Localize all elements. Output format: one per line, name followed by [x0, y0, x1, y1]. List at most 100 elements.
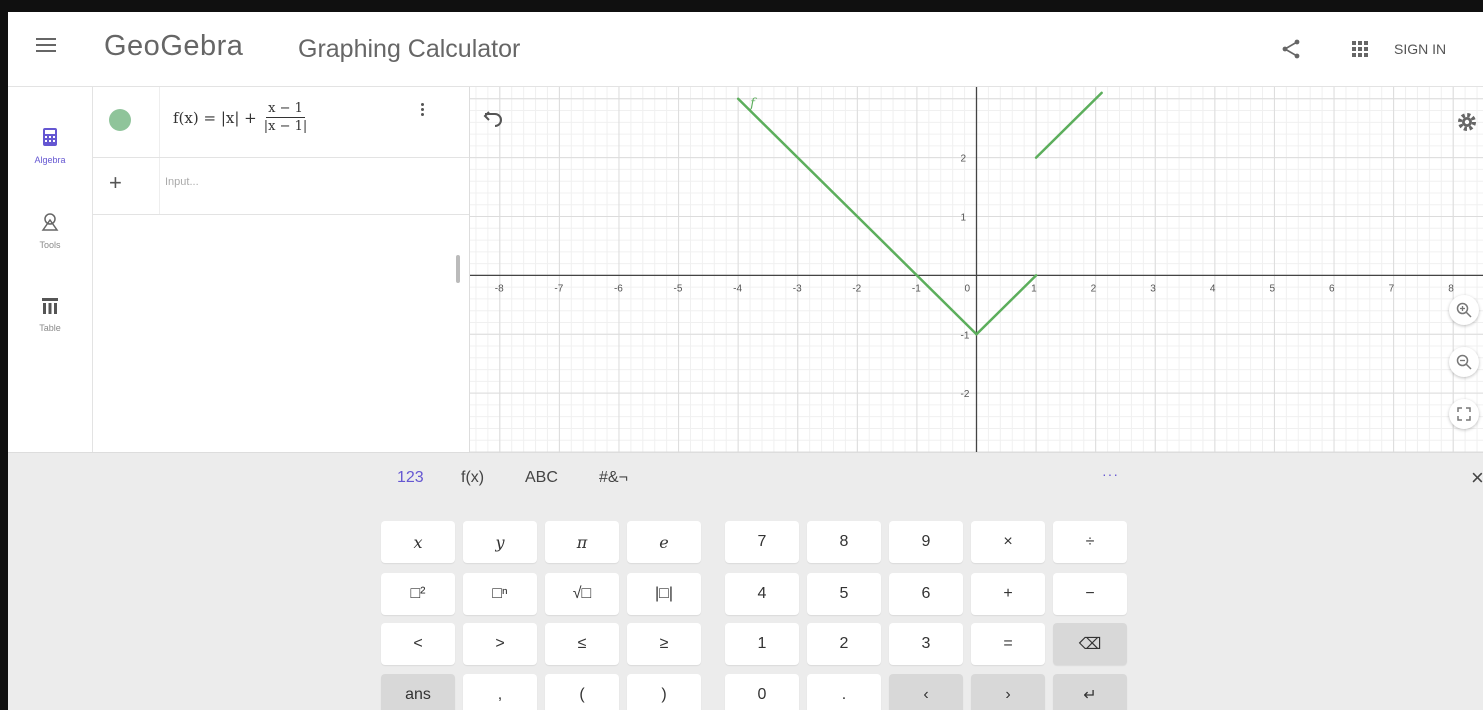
ans-key[interactable]: ans: [381, 674, 455, 710]
digit-9-key[interactable]: 9: [889, 521, 963, 563]
keyboard-tabs: 123 f(x) ABC #&¬ ··· ×: [8, 453, 1483, 499]
zoom-in-button[interactable]: [1449, 295, 1479, 325]
x-tick-label: -3: [793, 283, 802, 294]
zoom-in-icon: [1456, 302, 1472, 318]
digit-3-key[interactable]: 3: [889, 623, 963, 665]
view-sidebar: Algebra Tools Table: [8, 87, 93, 452]
divide-key[interactable]: ÷: [1053, 521, 1127, 563]
formula-lhs: f(x) = |x| +: [173, 108, 257, 127]
plus-icon[interactable]: +: [109, 170, 122, 196]
more-keys-button[interactable]: ···: [1102, 466, 1119, 482]
sidebar-item-label: Algebra: [34, 155, 66, 165]
digit-4-key[interactable]: 4: [725, 573, 799, 615]
close-keyboard-icon[interactable]: ×: [1471, 465, 1483, 491]
digit-8-key[interactable]: 8: [807, 521, 881, 563]
x-tick-label: 4: [1210, 283, 1216, 294]
x-tick-label: -2: [852, 283, 861, 294]
function-segment: [1034, 91, 1103, 159]
graph-canvas[interactable]: -8 -7 -6 -5 -4 -3 -2 -1 0 1 2 3 4 5 6 7 821-1-2f: [470, 87, 1483, 452]
virtual-keyboard: 123 f(x) ABC #&¬ ··· × x y π e □² □ⁿ √□ |□| < > ≤ ≥…: [8, 452, 1483, 710]
cursor-right-key[interactable]: ›: [971, 674, 1045, 710]
function-definition[interactable]: f(x) = |x| + x − 1 |x − 1|: [173, 101, 309, 134]
y-tick-label: -1: [961, 330, 970, 341]
graphics-view[interactable]: -8 -7 -6 -5 -4 -3 -2 -1 0 1 2 3 4 5 6 7 8 2 1 -1 -2 f: [470, 87, 1483, 452]
algebra-row-f[interactable]: f(x) = |x| + x − 1 |x − 1|: [93, 87, 469, 158]
cursor-left-key[interactable]: ‹: [889, 674, 963, 710]
x-tick-label: 6: [1329, 283, 1335, 294]
equals-key[interactable]: =: [971, 623, 1045, 665]
x-tick-label: 5: [1269, 283, 1275, 294]
tab-123[interactable]: 123: [397, 469, 424, 487]
fullscreen-button[interactable]: [1449, 399, 1479, 429]
menu-icon[interactable]: [36, 38, 56, 54]
digit-5-key[interactable]: 5: [807, 573, 881, 615]
tab-functions[interactable]: f(x): [461, 469, 484, 487]
sidebar-item-algebra[interactable]: Algebra: [8, 127, 92, 165]
x-tick-label: -7: [554, 283, 563, 294]
x-key[interactable]: x: [381, 521, 455, 563]
open-paren-key[interactable]: (: [545, 674, 619, 710]
zoom-out-button[interactable]: [1449, 347, 1479, 377]
enter-key[interactable]: ↵: [1053, 674, 1127, 710]
table-icon: [42, 298, 58, 314]
y-key[interactable]: y: [463, 521, 537, 563]
sidebar-item-tools[interactable]: Tools: [8, 212, 92, 250]
y-tick-label: -2: [961, 389, 970, 400]
comma-key[interactable]: ,: [463, 674, 537, 710]
greater-than-key[interactable]: >: [463, 623, 537, 665]
zoom-out-icon: [1456, 354, 1472, 370]
share-icon[interactable]: [1280, 38, 1302, 60]
sidebar-item-label: Table: [39, 323, 61, 333]
sign-in-button[interactable]: SIGN IN: [1394, 41, 1446, 57]
x-tick-label: -6: [614, 283, 623, 294]
x-tick-label: 7: [1389, 283, 1395, 294]
calculator-icon: [43, 128, 57, 146]
close-paren-key[interactable]: ): [627, 674, 701, 710]
more-options-icon[interactable]: [416, 101, 428, 123]
fraction-denominator: |x − 1|: [263, 119, 308, 134]
x-tick-label: 8: [1448, 283, 1454, 294]
algebra-input-row: + Input...: [93, 158, 469, 215]
minus-key[interactable]: −: [1053, 573, 1127, 615]
pi-key[interactable]: π: [545, 521, 619, 563]
backspace-key[interactable]: ⌫: [1053, 623, 1127, 665]
shapes-icon: [41, 213, 59, 231]
sidebar-item-table[interactable]: Table: [8, 297, 92, 333]
digit-2-key[interactable]: 2: [807, 623, 881, 665]
abs-key[interactable]: |□|: [627, 573, 701, 615]
undo-icon[interactable]: [482, 104, 506, 128]
square-key[interactable]: □²: [381, 573, 455, 615]
power-key[interactable]: □ⁿ: [463, 573, 537, 615]
gear-icon[interactable]: [1456, 111, 1478, 133]
sqrt-key[interactable]: √□: [545, 573, 619, 615]
plus-key[interactable]: +: [971, 573, 1045, 615]
less-equal-key[interactable]: ≤: [545, 623, 619, 665]
tab-abc[interactable]: ABC: [525, 469, 558, 487]
x-tick-label: 0: [965, 283, 971, 294]
apps-grid-icon[interactable]: [1351, 40, 1369, 58]
digit-0-key[interactable]: 0: [725, 674, 799, 710]
e-key[interactable]: e: [627, 521, 701, 563]
digit-6-key[interactable]: 6: [889, 573, 963, 615]
greater-equal-key[interactable]: ≥: [627, 623, 701, 665]
tab-symbols[interactable]: #&¬: [599, 469, 628, 487]
y-tick-label: 1: [961, 213, 967, 224]
algebra-input[interactable]: Input...: [165, 176, 445, 196]
visibility-toggle[interactable]: [109, 109, 131, 131]
panel-resize-handle[interactable]: [456, 255, 460, 283]
app-header: GeoGebra Graphing Calculator SIGN IN: [8, 12, 1483, 87]
x-tick-label: 2: [1091, 283, 1097, 294]
digit-7-key[interactable]: 7: [725, 521, 799, 563]
function-segment: [975, 274, 1038, 336]
geogebra-logo: GeoGebra: [104, 30, 244, 62]
multiply-key[interactable]: ×: [971, 521, 1045, 563]
less-than-key[interactable]: <: [381, 623, 455, 665]
app-title: Graphing Calculator: [298, 35, 521, 63]
decimal-key[interactable]: .: [807, 674, 881, 710]
x-tick-label: -5: [674, 283, 683, 294]
geogebra-app: GeoGebra Graphing Calculator SIGN IN Alg…: [8, 12, 1483, 710]
x-tick-label: -4: [733, 283, 742, 294]
digit-1-key[interactable]: 1: [725, 623, 799, 665]
add-cell: +: [93, 158, 160, 214]
x-tick-label: -1: [912, 283, 921, 294]
